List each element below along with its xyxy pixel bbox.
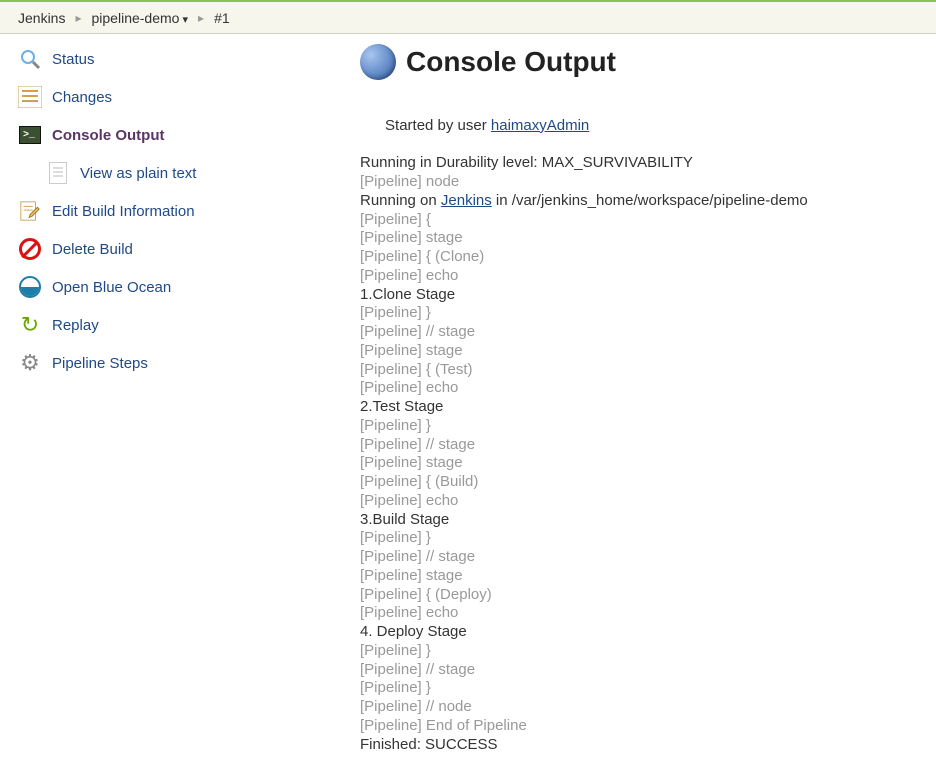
console-line: [Pipeline] {: [360, 211, 906, 230]
console-line: [Pipeline] }: [360, 679, 906, 698]
gear-icon: ⚙: [18, 351, 42, 375]
console-line: [Pipeline] { (Clone): [360, 248, 906, 267]
sidebar-item-label: Pipeline Steps: [52, 355, 148, 372]
console-line: [Pipeline] End of Pipeline: [360, 717, 906, 736]
sidebar-item-delete-build[interactable]: Delete Build: [14, 230, 360, 268]
console-line: Finished: SUCCESS: [360, 736, 906, 755]
page-title-text: Console Output: [406, 46, 616, 78]
started-user-link[interactable]: haimaxyAdmin: [491, 117, 589, 134]
console-line: [Pipeline] stage: [360, 342, 906, 361]
sidebar-item-label: Changes: [52, 89, 112, 106]
build-ball-icon: [360, 44, 396, 80]
console-line: 2.Test Stage: [360, 398, 906, 417]
sidebar-item-view-as-plain-text[interactable]: View as plain text: [14, 154, 360, 192]
breadcrumb-item-pipelinedemo[interactable]: pipeline-demo: [84, 10, 197, 26]
console-line: [Pipeline] // stage: [360, 436, 906, 455]
console-line: [Pipeline] // stage: [360, 548, 906, 567]
magnifier-icon: [18, 47, 42, 71]
nodel-icon: [18, 237, 42, 261]
running-prefix: Running on: [360, 192, 441, 209]
console-line: [Pipeline] { (Build): [360, 473, 906, 492]
console-line: [Pipeline] node: [360, 173, 906, 192]
page-title: Console Output: [360, 44, 906, 80]
console-line: [Pipeline] stage: [360, 567, 906, 586]
sidebar-item-label: Edit Build Information: [52, 203, 195, 220]
console-line: [Pipeline] echo: [360, 604, 906, 623]
edit-icon: [18, 199, 42, 223]
breadcrumb: Jenkins▸pipeline-demo▸#1: [0, 2, 936, 34]
sidebar-item-replay[interactable]: ↻ Replay: [14, 306, 360, 344]
breadcrumb-item-1[interactable]: #1: [206, 10, 238, 26]
sidebar-item-label: Status: [52, 51, 95, 68]
console-line: [Pipeline] }: [360, 417, 906, 436]
terminal-icon: [18, 123, 42, 147]
sidebar-item-status[interactable]: Status: [14, 40, 360, 78]
console-line: [Pipeline] echo: [360, 267, 906, 286]
console-line: [Pipeline] // stage: [360, 661, 906, 680]
console-line: [Pipeline] // stage: [360, 323, 906, 342]
sidebar-item-edit-build-information[interactable]: Edit Build Information: [14, 192, 360, 230]
sidebar-item-label: Open Blue Ocean: [52, 279, 171, 296]
sidebar-item-label: Replay: [52, 317, 99, 334]
console-line: [Pipeline] { (Deploy): [360, 586, 906, 605]
ocean-icon: [18, 275, 42, 299]
console-line: [Pipeline] }: [360, 304, 906, 323]
doc-icon: [46, 161, 70, 185]
console-line: 1.Clone Stage: [360, 286, 906, 305]
console-line: [Pipeline] // node: [360, 698, 906, 717]
replay-icon: ↻: [18, 313, 42, 337]
main-content: Console Output Started by user haimaxyAd…: [360, 34, 936, 774]
sidebar-item-label: Console Output: [52, 127, 165, 144]
console-line-started: Started by user haimaxyAdmin: [360, 98, 906, 154]
running-node-link[interactable]: Jenkins: [441, 192, 492, 209]
sidebar-item-open-blue-ocean[interactable]: Open Blue Ocean: [14, 268, 360, 306]
console-line: Running on Jenkins in /var/jenkins_home/…: [360, 192, 906, 211]
sidebar-item-label: Delete Build: [52, 241, 133, 258]
breadcrumb-separator-icon: ▸: [73, 11, 83, 25]
sidebar-item-changes[interactable]: Changes: [14, 78, 360, 116]
console-line: [Pipeline] echo: [360, 492, 906, 511]
console-line: [Pipeline] { (Test): [360, 361, 906, 380]
sidebar-item-pipeline-steps[interactable]: ⚙ Pipeline Steps: [14, 344, 360, 382]
list-icon: [18, 85, 42, 109]
console-line: [Pipeline] stage: [360, 229, 906, 248]
sidebar-item-console-output[interactable]: Console Output: [14, 116, 360, 154]
breadcrumb-item-jenkins[interactable]: Jenkins: [10, 10, 73, 26]
running-suffix: in /var/jenkins_home/workspace/pipeline-…: [492, 192, 808, 209]
console-line: [Pipeline] stage: [360, 454, 906, 473]
console-line: [Pipeline] }: [360, 642, 906, 661]
started-prefix: Started by user: [385, 117, 491, 134]
breadcrumb-separator-icon: ▸: [196, 11, 206, 25]
sidebar: Status Changes Console Output View as plain…: [0, 34, 360, 774]
console-line: 3.Build Stage: [360, 511, 906, 530]
console-line: 4. Deploy Stage: [360, 623, 906, 642]
console-line-durability: Running in Durability level: MAX_SURVIVA…: [360, 154, 906, 173]
console-line: [Pipeline] echo: [360, 379, 906, 398]
console-line: [Pipeline] }: [360, 529, 906, 548]
sidebar-item-label: View as plain text: [80, 165, 196, 182]
